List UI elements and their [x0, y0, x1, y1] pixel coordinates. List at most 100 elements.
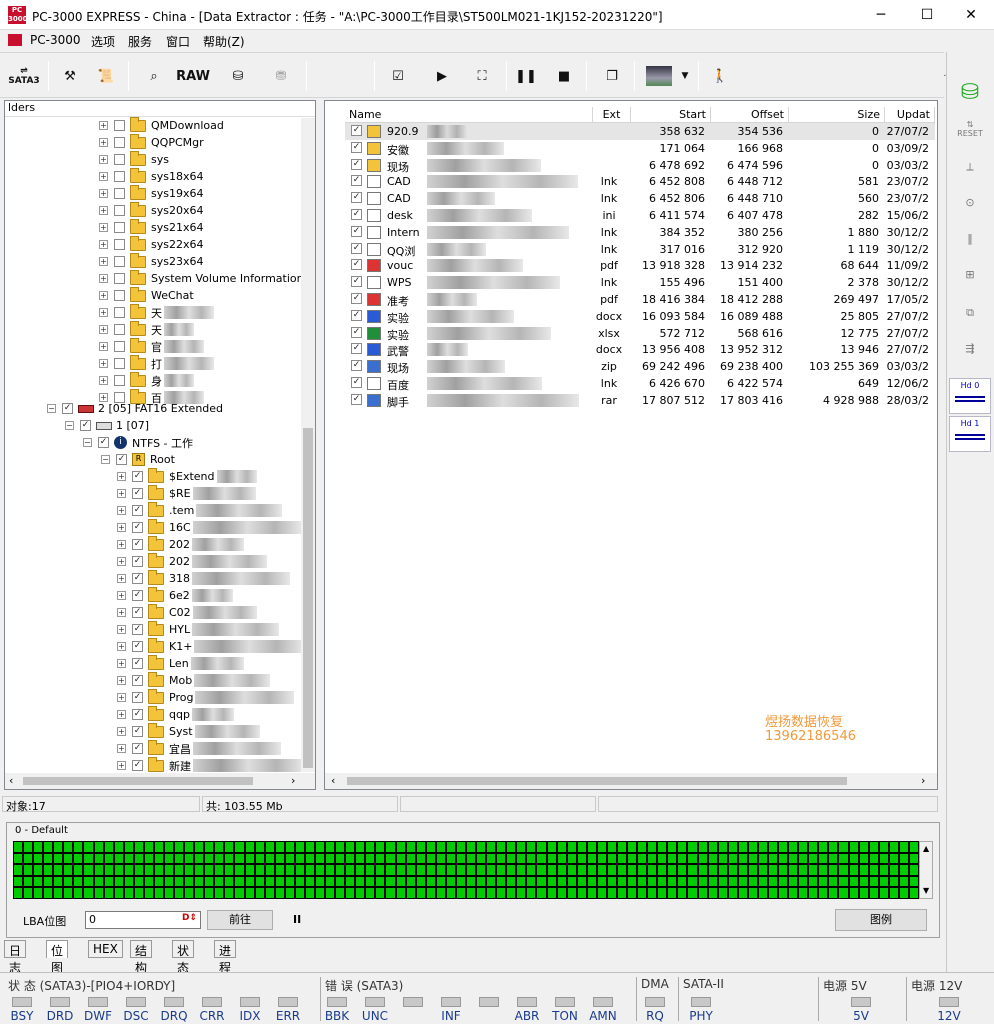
expand-icon[interactable]: +	[99, 240, 108, 249]
expand-icon[interactable]: +	[99, 206, 108, 215]
checkbox[interactable]: ✓	[132, 471, 143, 482]
expand-icon[interactable]: +	[117, 693, 126, 702]
tree-folder[interactable]: + ✓ Len	[117, 654, 244, 672]
checkbox[interactable]: ✓	[351, 293, 362, 304]
expand-icon[interactable]: +	[117, 642, 126, 651]
column-header[interactable]: Updat	[885, 107, 935, 123]
sata3-port-button[interactable]: ⇌ SATA3	[6, 59, 42, 93]
checkbox[interactable]: ✓	[351, 192, 362, 204]
tree-folder[interactable]: + ✓ 202	[117, 535, 244, 553]
check-document-icon[interactable]: ☑	[386, 59, 410, 93]
file-row[interactable]: ✓ vouc pdf 13 918 328 13 914 232 68 644 11/09/…	[345, 257, 935, 274]
tree-ntfs[interactable]: − ✓ i NTFS - 工作	[83, 434, 193, 451]
tab-process[interactable]: 进程	[214, 940, 237, 975]
expand-icon[interactable]: +	[99, 223, 108, 232]
column-header[interactable]: Offset	[711, 107, 789, 123]
tree-folder[interactable]: + ✓ Syst	[117, 722, 260, 740]
tab-state[interactable]: 状态	[172, 940, 195, 975]
tree-folder[interactable]: + sys18x64	[99, 167, 203, 185]
map-scrollbar[interactable]: ▲ ▼	[919, 841, 933, 899]
tree-folder[interactable]: + sys21x64	[99, 218, 203, 236]
checkbox[interactable]: ✓	[351, 175, 362, 187]
tree-partition[interactable]: − ✓ 2 [05] FAT16 Extended	[47, 400, 223, 417]
checkbox[interactable]	[114, 205, 125, 216]
pause-icon[interactable]: ❚❚	[515, 59, 537, 93]
script-icon[interactable]: 📜	[94, 59, 118, 93]
expand-icon[interactable]: +	[99, 376, 108, 385]
file-row[interactable]: ✓ 920.9 358 632 354 536 0 27/07/2	[345, 123, 935, 140]
network-icon[interactable]: ⛶	[466, 59, 498, 93]
connector-icon[interactable]: ⇶	[953, 342, 987, 374]
jumper-icon[interactable]: ⟂	[953, 160, 987, 192]
expand-icon[interactable]: +	[99, 359, 108, 368]
checkbox[interactable]: ✓	[351, 393, 362, 405]
expand-icon[interactable]: +	[99, 342, 108, 351]
minimize-button[interactable]: ─	[858, 4, 904, 26]
expand-icon[interactable]: +	[117, 676, 126, 685]
raw-button[interactable]: RAW	[176, 59, 210, 93]
checkbox[interactable]: ✓	[351, 360, 362, 372]
menu-service[interactable]: 服务	[128, 33, 152, 50]
expand-icon[interactable]: +	[117, 761, 126, 770]
expand-icon[interactable]: +	[117, 659, 126, 668]
expand-icon[interactable]: +	[99, 138, 108, 147]
file-row[interactable]: ✓ CAD lnk 6 452 808 6 448 712 581 23/07/2	[345, 173, 935, 190]
column-header[interactable]: Ext	[593, 107, 631, 123]
tree-folder[interactable]: + 天	[99, 303, 214, 321]
checkbox[interactable]: ✓	[132, 556, 143, 567]
expand-icon[interactable]: +	[99, 308, 108, 317]
tree-folder[interactable]: + ✓ K1+	[117, 637, 305, 655]
copy-windows-icon[interactable]: ❐	[600, 59, 624, 93]
exit-run-icon[interactable]: 🚶	[708, 59, 732, 93]
checkbox[interactable]: ✓	[132, 726, 143, 737]
tree-folder[interactable]: + sys23x64	[99, 252, 203, 270]
checkbox[interactable]: ✓	[132, 573, 143, 584]
checkbox[interactable]: ✓	[351, 158, 362, 170]
checkbox[interactable]	[114, 358, 125, 369]
expand-icon[interactable]: +	[99, 155, 108, 164]
checkbox[interactable]: ✓	[351, 141, 362, 153]
tree-volume[interactable]: − ✓ 1 [07]	[65, 417, 149, 434]
checkbox[interactable]: ✓	[351, 209, 362, 220]
checkbox[interactable]: ✓	[132, 505, 143, 516]
stop-icon[interactable]: ■	[554, 59, 574, 93]
expand-icon[interactable]: +	[99, 274, 108, 283]
close-button[interactable]: ✕	[948, 4, 994, 26]
expand-icon[interactable]: +	[117, 489, 126, 498]
checkbox[interactable]: ✓	[132, 590, 143, 601]
checkbox[interactable]: ✓	[132, 488, 143, 499]
file-row[interactable]: ✓ desk ini 6 411 574 6 407 478 282 15/06/2	[345, 207, 935, 224]
tree-folder[interactable]: + QMDownload	[99, 116, 224, 134]
board-icon[interactable]: ⊞	[953, 268, 987, 300]
expand-icon[interactable]: +	[117, 523, 126, 532]
tab-bitmap[interactable]: 位图	[46, 940, 69, 975]
checkbox[interactable]	[114, 239, 125, 250]
checkbox[interactable]	[114, 273, 125, 284]
dec-toggle-icon[interactable]: D⇕	[182, 913, 197, 923]
expand-icon[interactable]: +	[117, 744, 126, 753]
checkbox[interactable]	[114, 154, 125, 165]
tree-horizontal-scrollbar[interactable]: ‹ ›	[5, 773, 315, 789]
file-row[interactable]: ✓ 安徽 171 064 166 968 0 03/09/2	[345, 140, 935, 157]
hd0-button[interactable]: Hd 0	[949, 378, 991, 414]
tab-hex[interactable]: HEX	[88, 940, 123, 958]
expand-icon[interactable]: +	[99, 189, 108, 198]
binoculars-icon[interactable]: ⌕	[142, 59, 166, 93]
tree-folder[interactable]: + ✓ 202	[117, 552, 267, 570]
checkbox[interactable]: ✓	[351, 377, 362, 388]
tree-folder[interactable]: + sys20x64	[99, 201, 203, 219]
tab-structure[interactable]: 结构	[130, 940, 153, 975]
checkbox[interactable]: ✓	[132, 709, 143, 720]
menu-help[interactable]: 帮助(Z)	[203, 33, 245, 50]
checkbox[interactable]: ✓	[351, 125, 362, 136]
file-row[interactable]: ✓ 现场 6 478 692 6 474 596 0 03/03/2	[345, 157, 935, 174]
drive-power-icon[interactable]: ⛁	[953, 80, 987, 112]
checkbox[interactable]: ✓	[351, 242, 362, 254]
checkbox[interactable]: ✓	[132, 692, 143, 703]
tree-folder[interactable]: + ✓ Mob	[117, 671, 271, 689]
checkbox[interactable]	[114, 137, 125, 148]
expand-icon[interactable]: +	[99, 325, 108, 334]
tree-folder[interactable]: + ✓ 318	[117, 569, 290, 587]
expand-icon[interactable]: +	[117, 506, 126, 515]
checkbox[interactable]: ✓	[351, 259, 362, 271]
